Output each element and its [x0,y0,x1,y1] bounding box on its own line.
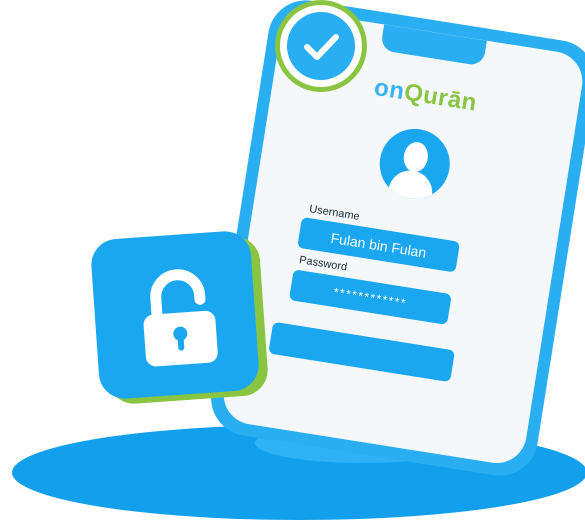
checkmark-icon [304,34,339,60]
illustration: onQurān Username Fulan bin Fulan Passwor… [0,0,585,520]
password-field[interactable]: ************ [288,269,452,325]
login-button[interactable] [268,321,456,383]
brand-logo-part2: Qurān [402,78,479,117]
phone-screen: onQurān Username Fulan bin Fulan Passwor… [219,8,585,468]
user-avatar-icon [374,123,455,204]
brand-logo-part1: on [372,73,407,106]
verified-badge [275,0,367,92]
smartphone: onQurān Username Fulan bin Fulan Passwor… [205,0,585,482]
lock-tile [89,229,261,401]
padlock-unlocked-icon [143,269,218,367]
